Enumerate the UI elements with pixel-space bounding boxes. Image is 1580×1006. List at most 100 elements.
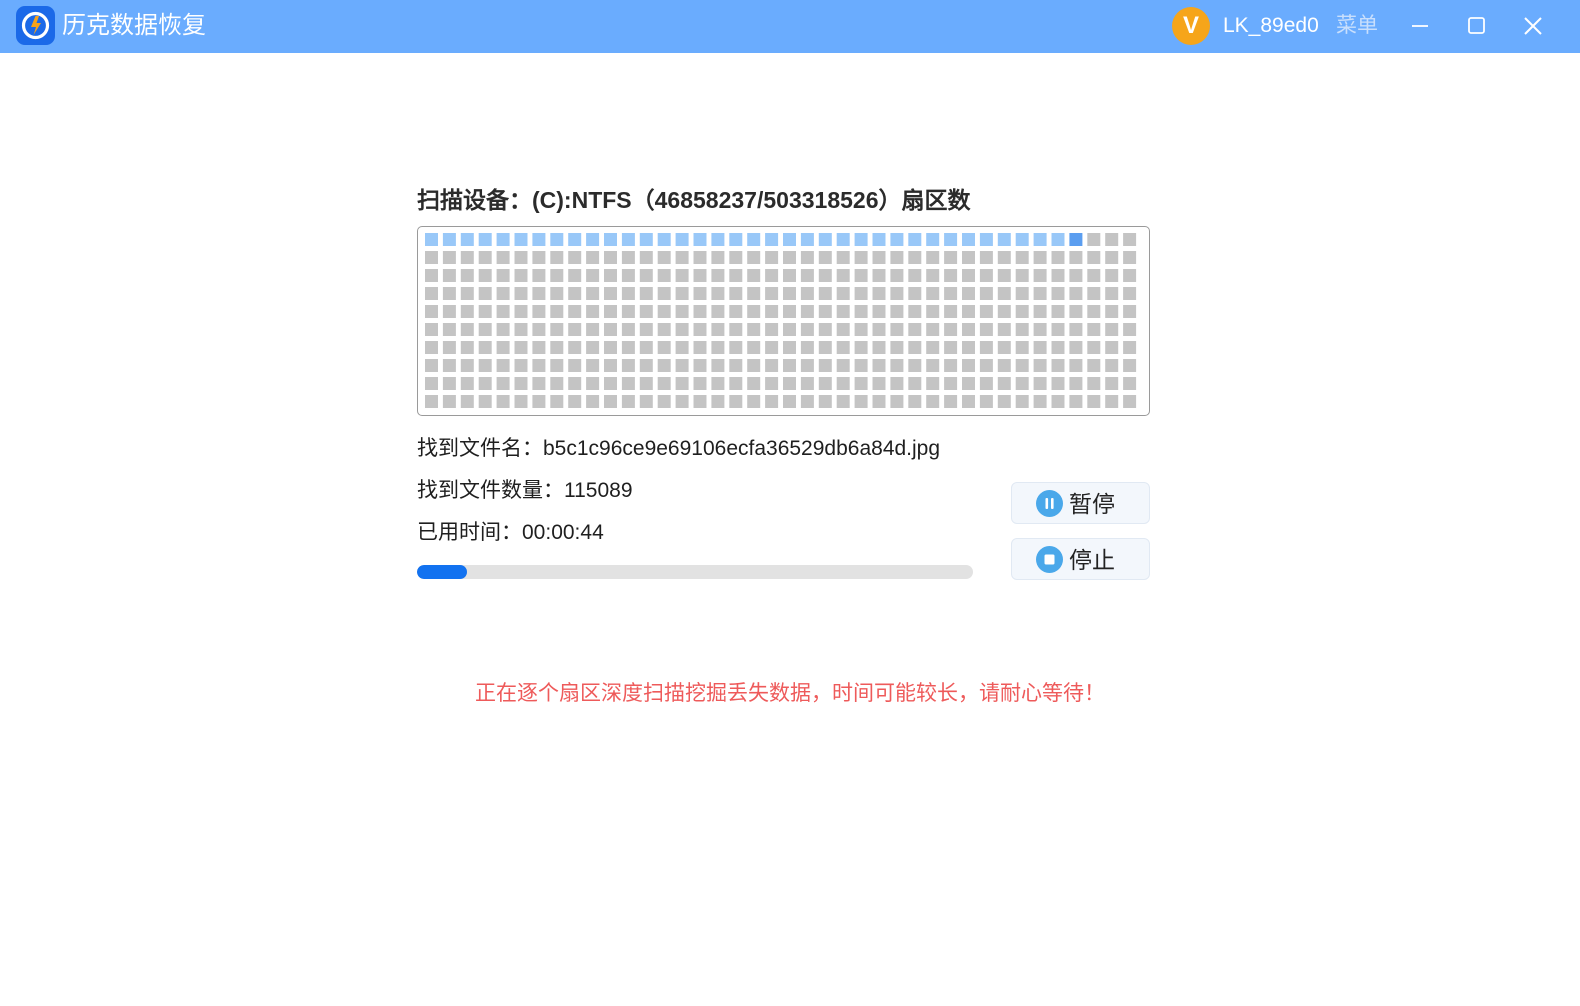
sector-block	[979, 251, 993, 264]
title-bar: 历克数据恢复 V LK_89ed0 菜单	[0, 0, 1580, 53]
sector-block	[693, 287, 707, 300]
sector-block	[1033, 377, 1047, 390]
sector-block	[1087, 323, 1101, 336]
sector-block	[1015, 359, 1029, 372]
sector-block	[962, 269, 975, 282]
sector-block	[1033, 341, 1047, 354]
close-icon[interactable]	[1515, 8, 1551, 44]
sector-block	[711, 377, 725, 390]
sector-block	[890, 251, 904, 264]
minimize-icon[interactable]	[1402, 8, 1438, 44]
sector-block	[962, 251, 975, 264]
sector-block	[944, 341, 958, 354]
sector-block	[800, 233, 814, 246]
sector-block	[711, 305, 725, 318]
sector-block	[478, 395, 492, 408]
sector-block	[1087, 377, 1101, 390]
sector-block	[657, 287, 671, 300]
sector-block	[854, 323, 868, 336]
sector-block	[908, 251, 922, 264]
sector-block	[1015, 341, 1029, 354]
sector-block	[979, 269, 993, 282]
sector-block	[1105, 305, 1119, 318]
sector-block	[442, 287, 456, 300]
sector-block	[568, 305, 582, 318]
sector-block	[496, 341, 510, 354]
sector-block	[532, 341, 546, 354]
sector-block	[783, 269, 796, 282]
sector-block	[460, 323, 474, 336]
sector-block	[872, 395, 886, 408]
sector-block	[604, 341, 617, 354]
sector-block	[1069, 323, 1083, 336]
sector-block	[908, 341, 922, 354]
sector-block	[1087, 341, 1101, 354]
sector-block	[1105, 287, 1119, 300]
pause-button[interactable]: 暂停	[1011, 482, 1150, 524]
found-file-value: b5c1c96ce9e69106ecfa36529db6a84d.jpg	[543, 437, 941, 460]
sector-block	[639, 287, 653, 300]
sector-block	[425, 269, 438, 282]
sector-block	[1123, 233, 1137, 246]
sector-block	[532, 269, 546, 282]
sector-block	[693, 341, 707, 354]
sector-block	[890, 233, 904, 246]
sector-block	[1033, 395, 1047, 408]
sector-block	[818, 287, 832, 300]
user-avatar[interactable]: V	[1172, 7, 1210, 45]
sector-block	[693, 359, 707, 372]
sector-block	[1015, 269, 1029, 282]
sector-block	[532, 305, 546, 318]
sector-block	[711, 341, 725, 354]
scan-progress-fill	[417, 565, 467, 579]
sector-block	[711, 359, 725, 372]
sector-block	[1051, 341, 1065, 354]
sector-block	[783, 287, 796, 300]
sector-block	[729, 269, 743, 282]
sector-block	[729, 251, 743, 264]
sector-block	[693, 323, 707, 336]
sector-block	[425, 233, 438, 246]
sector-block	[460, 359, 474, 372]
sector-block	[675, 341, 689, 354]
sector-block	[890, 395, 904, 408]
sector-block	[997, 341, 1011, 354]
sector-block	[675, 305, 689, 318]
sector-block	[854, 233, 868, 246]
sector-block	[514, 377, 528, 390]
menu-button[interactable]: 菜单	[1336, 13, 1378, 39]
sector-block	[639, 395, 653, 408]
sector-block	[1051, 395, 1065, 408]
sector-block	[872, 359, 886, 372]
sector-block	[836, 269, 850, 282]
sector-block	[729, 395, 743, 408]
app-title: 历克数据恢复	[62, 12, 206, 39]
maximize-icon[interactable]	[1458, 8, 1494, 44]
sector-block	[765, 377, 779, 390]
sector-block	[442, 305, 456, 318]
username-label[interactable]: LK_89ed0	[1223, 13, 1319, 39]
sector-block	[1033, 323, 1047, 336]
sector-block	[621, 359, 635, 372]
sector-block	[729, 377, 743, 390]
stop-button[interactable]: 停止	[1011, 538, 1150, 580]
sector-block	[1087, 251, 1101, 264]
sector-block	[729, 287, 743, 300]
sector-block	[1087, 395, 1101, 408]
sector-block	[783, 359, 796, 372]
sector-block	[783, 233, 796, 246]
sector-block	[890, 377, 904, 390]
sector-block	[747, 287, 761, 300]
sector-block	[890, 269, 904, 282]
sector-block	[586, 395, 600, 408]
sector-block	[496, 269, 510, 282]
sector-block	[478, 269, 492, 282]
sector-block	[514, 341, 528, 354]
sector-block	[657, 341, 671, 354]
sector-block	[496, 323, 510, 336]
sector-block	[908, 323, 922, 336]
sector-block	[657, 323, 671, 336]
sector-block	[836, 305, 850, 318]
sector-block	[944, 233, 958, 246]
sector-block	[926, 395, 940, 408]
